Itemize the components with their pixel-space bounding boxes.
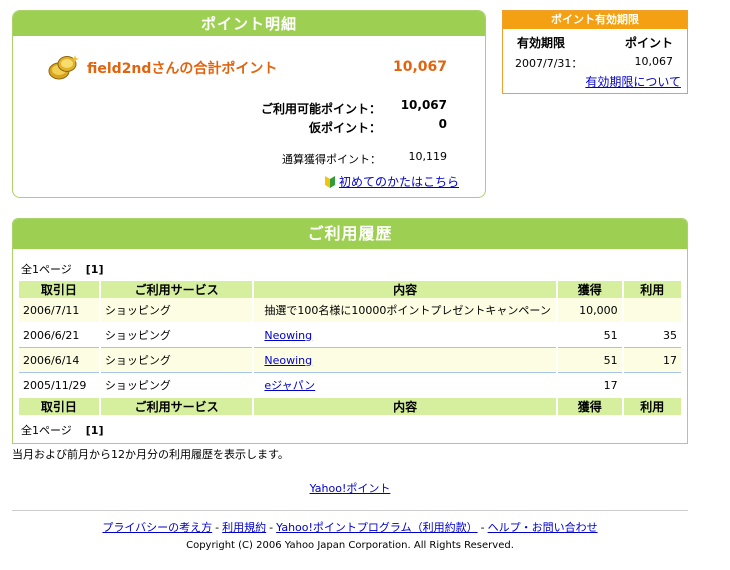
table-row: 2006/6/21 ショッピング Neowing 51 35 [19, 322, 681, 348]
row-earned: 51 [555, 322, 623, 348]
footer-links: プライバシーの考え方 - 利用規約 - Yahoo!ポイントプログラム（利用約款） - ヘル… [0, 519, 700, 535]
usage-history-panel: ご利用履歴 全1ページ [1] 取引日 ご利用サービス 内容 獲得 利用 2006… [12, 218, 688, 444]
row-used [621, 372, 681, 398]
provisional-points-value: 0 [438, 117, 447, 131]
row-date: 2006/7/11 [19, 298, 100, 323]
copyright: Copyright (C) 2006 Yahoo Japan Corporati… [186, 540, 514, 551]
pager-page: [1] [85, 263, 104, 276]
footer-separator: - [215, 521, 220, 534]
points-summary-title: ポイント明細 [13, 11, 485, 36]
terms-link[interactable]: 利用規約 [222, 521, 266, 534]
col-content-footer: 内容 [252, 397, 557, 415]
row-service: ショッピング [98, 298, 254, 323]
expiry-date: 2007/7/31： [515, 57, 583, 70]
expiry-period-header: 有効期限 [517, 36, 566, 50]
pager-top: 全1ページ [1] [21, 261, 104, 277]
table-row: 2005/11/29 ショッピング eジャパン 17 [19, 372, 681, 398]
available-points-label: ご利用可能ポイント： [260, 102, 381, 116]
col-content-header: 内容 [252, 281, 557, 298]
expiry-points: 10,067 [634, 55, 674, 68]
expiry-info-link[interactable]: 有効期限について [585, 73, 681, 90]
pager-label: 全1ページ [21, 424, 72, 437]
earned-points-value: 10,119 [408, 150, 448, 163]
yahoo-point-link[interactable]: Yahoo!ポイント [310, 482, 391, 495]
beginner-mark-icon [324, 175, 335, 188]
usage-history-title: ご利用履歴 [13, 219, 687, 249]
program-terms-link[interactable]: Yahoo!ポイントプログラム（利用約款） [276, 521, 477, 534]
expiry-title: ポイント有効期限 [503, 11, 687, 29]
col-used-header: 利用 [621, 281, 681, 298]
row-used: 35 [621, 322, 681, 348]
row-date: 2006/6/14 [19, 347, 100, 373]
row-service: ショッピング [98, 322, 254, 348]
yahoo-point-link-row: Yahoo!ポイント [0, 480, 700, 496]
beginner-link-row[interactable]: 初めてのかたはこちら [324, 173, 459, 190]
row-date: 2005/11/29 [19, 372, 100, 398]
earned-points-label: 通算獲得ポイント： [282, 153, 381, 166]
table-row: 2006/7/11 ショッピング 抽選で100名様に10000ポイントプレゼント… [19, 298, 681, 323]
row-content-cell: Neowing [252, 322, 557, 348]
privacy-link[interactable]: プライバシーの考え方 [102, 521, 212, 534]
col-earned-header: 獲得 [555, 281, 623, 298]
row-date: 2006/6/21 [19, 322, 100, 348]
help-contact-link[interactable]: ヘルプ・お問い合わせ [488, 521, 598, 534]
table-row: 2006/6/14 ショッピング Neowing 51 17 [19, 347, 681, 373]
beginner-link[interactable]: 初めてのかたはこちら [339, 173, 459, 190]
footer-separator: - [269, 521, 274, 534]
row-content-cell: eジャパン [252, 372, 557, 398]
col-earned-footer: 獲得 [555, 397, 623, 415]
history-table: 取引日 ご利用サービス 内容 獲得 利用 2006/7/11 ショッピング 抽選… [19, 281, 681, 415]
row-service: ショッピング [98, 347, 254, 373]
row-content: 抽選で100名様に10000ポイントプレゼントキャンペーン [252, 298, 557, 323]
col-date-footer: 取引日 [19, 397, 100, 415]
row-earned: 51 [555, 347, 623, 373]
row-used: 17 [621, 347, 681, 373]
total-points-label: field2ndさんの合計ポイント [87, 61, 278, 77]
table-footer-row: 取引日 ご利用サービス 内容 獲得 利用 [19, 397, 681, 415]
row-service: ショッピング [98, 372, 254, 398]
expiry-points-header: ポイント [624, 36, 673, 50]
col-service-header: ご利用サービス [98, 281, 254, 298]
col-date-header: 取引日 [19, 281, 100, 298]
pager-bottom: 全1ページ [1] [21, 422, 104, 438]
pager-label: 全1ページ [21, 263, 72, 276]
row-content-link[interactable]: Neowing [264, 354, 312, 367]
row-used [621, 298, 681, 323]
footer-divider [12, 510, 688, 511]
col-used-footer: 利用 [621, 397, 681, 415]
coin-icon [48, 55, 79, 80]
provisional-points-label: 仮ポイント： [308, 121, 381, 135]
col-service-footer: ご利用サービス [98, 397, 254, 415]
footer-separator: - [480, 521, 485, 534]
total-points-value: 10,067 [392, 59, 447, 75]
row-earned: 17 [555, 372, 623, 398]
points-summary-panel: ポイント明細 field2ndさんの合計ポイント 10,067 ご利用可能ポイン… [12, 10, 486, 198]
available-points-value: 10,067 [400, 98, 447, 112]
pager-page: [1] [85, 424, 104, 437]
row-content-cell: Neowing [252, 347, 557, 373]
row-content-link[interactable]: Neowing [264, 329, 312, 342]
row-earned: 10,000 [555, 298, 623, 323]
history-note: 当月および前月から12か月分の利用履歴を表示します。 [12, 448, 289, 461]
row-content-link[interactable]: eジャパン [264, 379, 315, 392]
points-expiry-panel: ポイント有効期限 有効期限 ポイント 2007/7/31： 10,067 有効期… [502, 10, 688, 94]
table-header-row: 取引日 ご利用サービス 内容 獲得 利用 [19, 281, 681, 298]
